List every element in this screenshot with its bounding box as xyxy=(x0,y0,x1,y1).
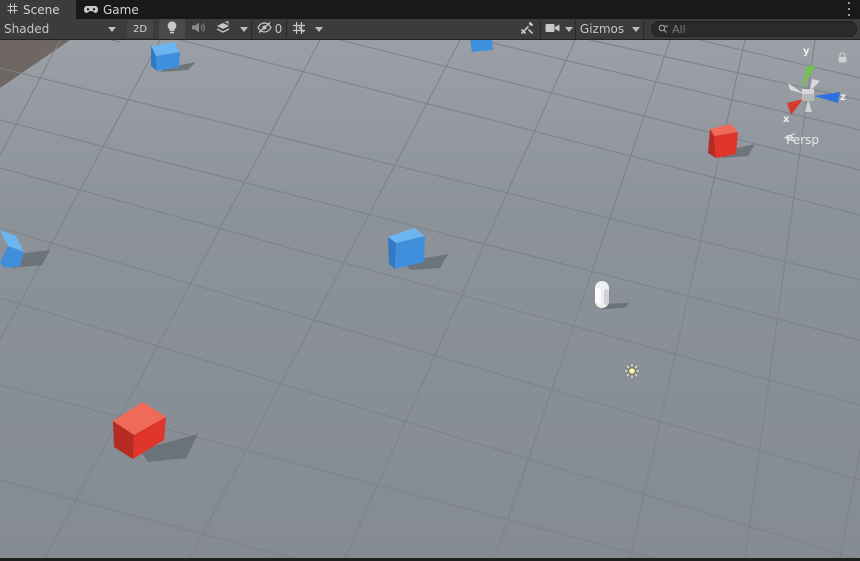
layers-icon xyxy=(216,20,230,37)
tab-scene[interactable]: Scene xyxy=(0,0,76,19)
grid-toggle-button[interactable] xyxy=(288,19,310,39)
gamepad-icon xyxy=(84,3,98,17)
gizmos-dropdown[interactable] xyxy=(628,19,644,39)
audio-toggle-button[interactable] xyxy=(186,19,210,39)
chevron-down-icon xyxy=(108,26,116,32)
tools-button[interactable] xyxy=(514,19,541,39)
effects-dropdown[interactable] xyxy=(236,19,252,39)
axis-label-y: y xyxy=(803,46,810,57)
grid-icon xyxy=(7,3,18,17)
cube-blue-2[interactable] xyxy=(470,40,493,52)
camera-icon xyxy=(545,22,560,36)
gizmos-button[interactable]: Gizmos xyxy=(576,19,628,39)
chevron-down-icon xyxy=(564,26,573,32)
camera-settings-button[interactable] xyxy=(542,19,562,39)
tab-game[interactable]: Game xyxy=(78,0,148,19)
scene-canvas[interactable] xyxy=(0,40,860,558)
scene-toolbar: Shaded 2D 0 Gizmos All xyxy=(0,19,860,40)
toggle-2d-button[interactable]: 2D xyxy=(127,20,153,38)
hidden-count: 0 xyxy=(274,22,283,36)
scene-visibility-button[interactable]: 0 xyxy=(253,19,287,39)
lightbulb-icon xyxy=(167,21,177,37)
cube-red-1[interactable] xyxy=(708,124,738,158)
grid-dropdown[interactable] xyxy=(310,19,328,39)
ground-plane xyxy=(0,40,860,558)
axis-label-z: z xyxy=(840,92,846,103)
tab-game-label: Game xyxy=(103,2,139,17)
grid-snap-icon xyxy=(292,21,306,38)
axis-label-x: x xyxy=(783,114,790,125)
search-icon xyxy=(658,23,669,36)
scene-view-tab-bar: Scene Game xyxy=(0,0,860,19)
hidden-eye-icon xyxy=(256,22,272,36)
speaker-icon xyxy=(191,22,205,36)
shading-mode-dropdown[interactable]: Shaded xyxy=(0,19,122,39)
effects-toggle-button[interactable] xyxy=(210,19,236,39)
tools-icon xyxy=(520,21,534,38)
scene-viewport[interactable]: y z x Persp xyxy=(0,40,860,558)
sun-icon[interactable] xyxy=(625,364,639,378)
cube-blue-1[interactable] xyxy=(151,42,180,71)
camera-dropdown[interactable] xyxy=(562,19,576,39)
chevron-down-icon xyxy=(631,26,640,32)
search-field[interactable]: All xyxy=(651,21,857,37)
chevron-down-icon xyxy=(239,26,248,32)
chevron-down-icon xyxy=(315,26,323,32)
tab-scene-label: Scene xyxy=(23,2,60,17)
search-placeholder: All xyxy=(672,22,686,36)
lighting-toggle-button[interactable] xyxy=(159,19,185,39)
more-options-icon[interactable] xyxy=(846,2,852,16)
camera-projection-toggle[interactable]: Persp xyxy=(784,133,819,147)
capsule[interactable] xyxy=(595,281,609,308)
shading-mode-label: Shaded xyxy=(4,22,50,36)
